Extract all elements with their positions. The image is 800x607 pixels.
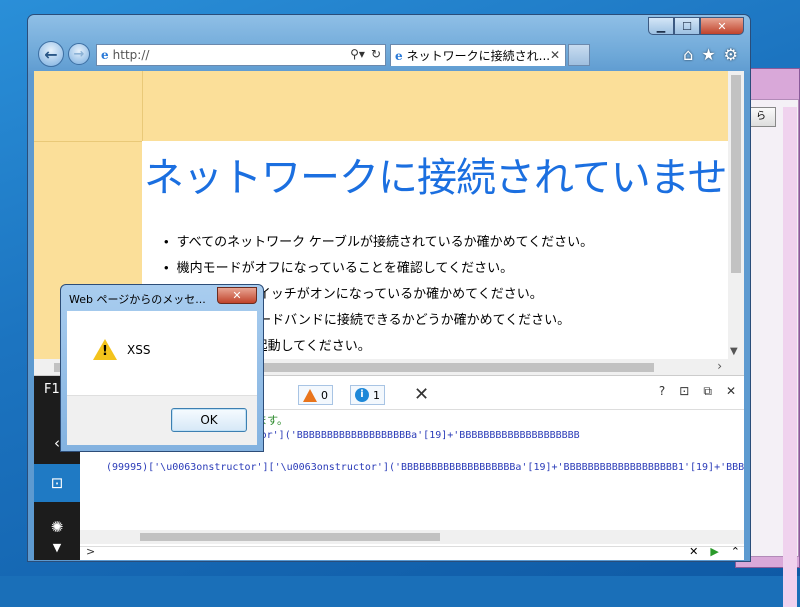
error-page-header-band bbox=[142, 71, 728, 141]
console-scroll-thumb[interactable] bbox=[140, 533, 440, 541]
tab-active[interactable]: e ネットワークに接続され... ✕ bbox=[390, 44, 566, 66]
tab-title: ネットワークに接続され... bbox=[406, 49, 551, 63]
warning-icon bbox=[303, 388, 317, 402]
tab-ie-icon: e bbox=[395, 48, 403, 63]
error-page-corner bbox=[34, 71, 142, 141]
page-vertical-scrollbar[interactable]: ▼ bbox=[728, 71, 744, 359]
dialog-title: Web ページからのメッセ... bbox=[69, 293, 206, 306]
bullet-item: 機内モードがオフになっていることを確認してください。 bbox=[164, 255, 593, 281]
refresh-icon[interactable]: ↻ bbox=[371, 47, 381, 61]
address-tools: ⚲▾ ↻ bbox=[350, 47, 381, 61]
undock-icon[interactable]: ⧉ bbox=[703, 384, 712, 399]
dialog-footer: OK bbox=[67, 395, 257, 445]
more-tools-chevron-icon[interactable]: ▼ bbox=[34, 536, 80, 558]
info-filter-badge[interactable]: i 1 bbox=[350, 385, 385, 405]
tab-close-icon[interactable]: ✕ bbox=[550, 48, 560, 62]
maximize-button[interactable]: ☐ bbox=[674, 17, 700, 35]
console-toggle-icon[interactable]: ⊡ bbox=[679, 384, 689, 399]
warning-exclamation-icon: ! bbox=[102, 344, 108, 359]
bullet-item: すべてのネットワーク ケーブルが接続されているか確かめてください。 bbox=[164, 229, 594, 255]
background-window-scrollbar[interactable] bbox=[783, 107, 797, 607]
devtools-close-icon[interactable]: ✕ bbox=[726, 384, 736, 399]
favorites-star-icon[interactable]: ★ bbox=[701, 45, 715, 64]
alert-dialog: Web ページからのメッセ... ✕ ! XSS OK bbox=[60, 284, 264, 452]
run-script-icon[interactable]: ▶ bbox=[710, 545, 718, 558]
vertical-scroll-thumb[interactable] bbox=[731, 75, 741, 273]
home-icon[interactable]: ⌂ bbox=[683, 45, 693, 64]
help-icon[interactable]: ? bbox=[659, 384, 665, 399]
minimize-button[interactable]: ▁ bbox=[648, 17, 674, 35]
console-tool-icon[interactable]: ⊡ bbox=[34, 464, 80, 502]
dialog-close-button[interactable]: ✕ bbox=[217, 287, 257, 304]
window-caption-buttons: ▁ ☐ ✕ bbox=[648, 17, 744, 35]
clear-input-icon[interactable]: ✕ bbox=[689, 545, 698, 558]
back-button[interactable]: ← bbox=[38, 41, 64, 67]
address-text: http:// bbox=[112, 48, 150, 62]
info-icon: i bbox=[355, 388, 369, 402]
console-horizontal-scrollbar[interactable] bbox=[80, 530, 744, 544]
toolbar-icons: ⌂ ★ ⚙ bbox=[683, 45, 738, 64]
dialog-body: ! XSS OK bbox=[67, 311, 257, 445]
scroll-down-arrow-icon[interactable]: ▼ bbox=[730, 346, 738, 357]
console-input-actions: ✕ ▶ ⌃ bbox=[689, 545, 740, 558]
address-bar[interactable]: e http:// ⚲▾ ↻ bbox=[96, 44, 386, 66]
back-arrow-icon: ← bbox=[44, 44, 58, 64]
console-output-line: (99995)['\u0063onstructor']['\u0063onstr… bbox=[106, 462, 744, 473]
devtools-window-icons: ? ⊡ ⧉ ✕ bbox=[659, 384, 736, 399]
console-input-row[interactable]: > ✕ ▶ ⌃ bbox=[80, 545, 744, 560]
settings-gear-icon[interactable]: ⚙ bbox=[724, 45, 738, 64]
warning-filter-badge[interactable]: 0 bbox=[298, 385, 333, 405]
ie-logo-icon: e bbox=[101, 48, 109, 62]
error-page-title: ネットワークに接続されていません bbox=[144, 156, 744, 200]
warning-count: 0 bbox=[321, 388, 328, 402]
ok-button[interactable]: OK bbox=[171, 408, 247, 432]
info-count: 1 bbox=[373, 388, 380, 402]
forward-button[interactable]: → bbox=[68, 43, 90, 65]
devtools-f12-label: F1 bbox=[44, 382, 60, 397]
dialog-message: XSS bbox=[127, 343, 151, 357]
search-icon[interactable]: ⚲▾ bbox=[350, 47, 365, 61]
new-tab-button[interactable] bbox=[568, 44, 590, 66]
close-button[interactable]: ✕ bbox=[700, 17, 744, 35]
clear-console-icon[interactable]: ✕ bbox=[414, 384, 429, 405]
forward-arrow-icon: → bbox=[73, 46, 85, 62]
navigation-bar: ← → e http:// ⚲▾ ↻ e ネットワークに接続され... ✕ ⌂ … bbox=[36, 41, 742, 69]
scroll-right-arrow-icon[interactable]: › bbox=[717, 359, 722, 373]
expand-input-icon[interactable]: ⌃ bbox=[731, 545, 740, 558]
console-prompt: > bbox=[86, 545, 96, 558]
